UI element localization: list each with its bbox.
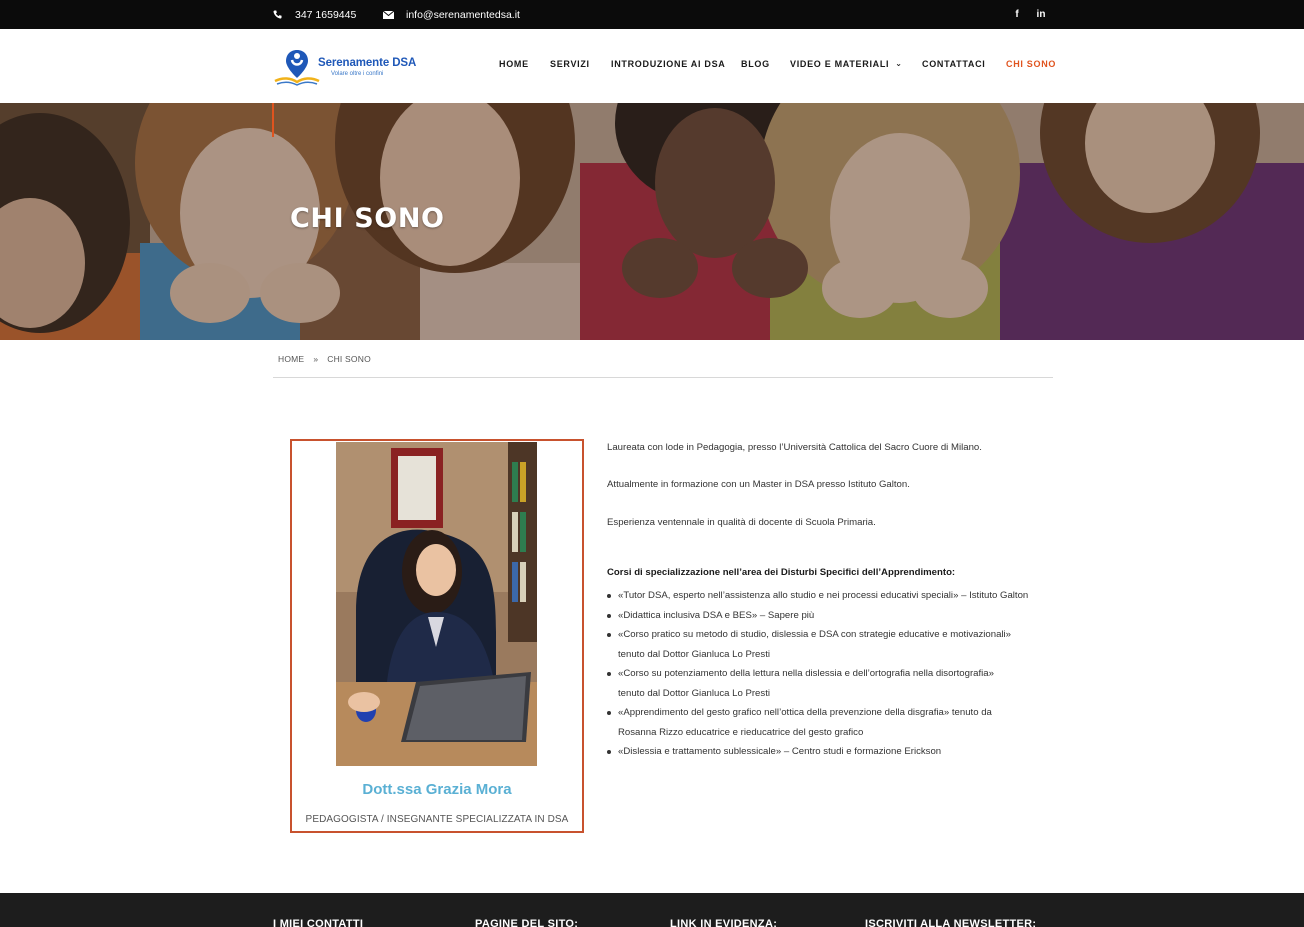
profile-photo bbox=[336, 442, 537, 766]
nav-introduzione-ai-dsa[interactable]: INTRODUZIONE AI DSA bbox=[611, 59, 725, 69]
footer-heading-contacts: I MIEI CONTATTI bbox=[273, 918, 364, 927]
hero-accent-bar bbox=[272, 103, 274, 137]
envelope-icon bbox=[383, 10, 394, 19]
profile-photo-image bbox=[336, 442, 537, 766]
bio-paragraph-master: Attualmente in formazione con un Master … bbox=[607, 479, 910, 490]
hero-overlay bbox=[0, 103, 1304, 340]
phone-number: 347 1659445 bbox=[295, 8, 357, 21]
page-title: CHI SONO bbox=[290, 203, 445, 234]
site-logo[interactable]: Serenamente DSA Volare oltre i confini bbox=[273, 47, 417, 87]
breadcrumb: HOME » CHI SONO bbox=[278, 354, 371, 364]
profile-card: Dott.ssa Grazia Mora PEDAGOGISTA / INSEG… bbox=[290, 439, 584, 833]
course-text-continued: tenuto dal Dottor Gianluca Lo Presti bbox=[618, 648, 770, 660]
breadcrumb-home[interactable]: HOME bbox=[278, 354, 304, 364]
course-text: «Didattica inclusiva DSA e BES» – Sapere… bbox=[618, 609, 815, 621]
list-item: «Apprendimento del gesto grafico nell’ot… bbox=[607, 703, 1028, 742]
logo-name: Serenamente DSA bbox=[318, 57, 417, 69]
phone-contact[interactable]: 347 1659445 bbox=[273, 0, 356, 29]
breadcrumb-separator: » bbox=[313, 354, 319, 364]
breadcrumb-current: CHI SONO bbox=[327, 354, 371, 364]
email-contact[interactable]: info@serenamentedsa.it bbox=[383, 0, 520, 29]
nav-video-e-materiali-label: VIDEO E MATERIALI bbox=[790, 59, 890, 69]
nav-chi-sono[interactable]: CHI SONO bbox=[1006, 59, 1056, 69]
course-text: «Corso pratico su metodo di studio, disl… bbox=[618, 629, 1012, 640]
nav-video-e-materiali[interactable]: VIDEO E MATERIALI ⌄ bbox=[790, 59, 903, 69]
email-address: info@serenamentedsa.it bbox=[406, 8, 520, 21]
course-text: «Apprendimento del gesto grafico nell’ot… bbox=[618, 707, 992, 718]
nav-contattaci[interactable]: CONTATTACI bbox=[922, 59, 986, 69]
list-item: «Dislessia e trattamento sublessicale» –… bbox=[607, 742, 1028, 762]
bio-paragraph-education: Laureata con lode in Pedagogia, presso l… bbox=[607, 442, 982, 453]
top-bar: 347 1659445 info@serenamentedsa.it f in bbox=[0, 0, 1304, 29]
course-text: «Corso su potenziamento della lettura ne… bbox=[618, 668, 994, 679]
courses-list: «Tutor DSA, esperto nell’assistenza allo… bbox=[607, 586, 1028, 762]
bio-paragraph-experience: Esperienza ventennale in qualità di doce… bbox=[607, 517, 876, 528]
list-item: «Corso su potenziamento della lettura ne… bbox=[607, 664, 1028, 703]
list-item: «Corso pratico su metodo di studio, disl… bbox=[607, 625, 1028, 664]
list-item: «Tutor DSA, esperto nell’assistenza allo… bbox=[607, 586, 1028, 606]
footer-heading-links: LINK IN EVIDENZA: bbox=[670, 918, 778, 927]
site-footer: I MIEI CONTATTI PAGINE DEL SITO: LINK IN… bbox=[0, 893, 1304, 927]
nav-blog[interactable]: BLOG bbox=[741, 59, 770, 69]
course-text-continued: tenuto dal Dottor Gianluca Lo Presti bbox=[618, 687, 770, 699]
nav-home[interactable]: HOME bbox=[499, 59, 529, 69]
profile-role: PEDAGOGISTA / INSEGNANTE SPECIALIZZATA I… bbox=[305, 814, 569, 825]
linkedin-icon[interactable]: in bbox=[1034, 0, 1048, 29]
breadcrumb-divider bbox=[273, 377, 1053, 378]
facebook-icon[interactable]: f bbox=[1010, 0, 1024, 29]
list-item: «Didattica inclusiva DSA e BES» – Sapere… bbox=[607, 606, 1028, 626]
course-text: «Tutor DSA, esperto nell’assistenza allo… bbox=[618, 590, 1029, 601]
footer-heading-pages: PAGINE DEL SITO: bbox=[475, 918, 579, 927]
hero-banner bbox=[0, 103, 1304, 340]
footer-heading-newsletter: ISCRIVITI ALLA NEWSLETTER: bbox=[865, 918, 1037, 927]
course-text-continued: Rosanna Rizzo educatrice e rieducatrice … bbox=[618, 726, 864, 738]
phone-icon bbox=[273, 10, 282, 19]
logo-tagline: Volare oltre i confini bbox=[331, 71, 384, 77]
nav-servizi[interactable]: SERVIZI bbox=[550, 59, 590, 69]
logo-mark-icon bbox=[274, 50, 320, 86]
site-header: Serenamente DSA Volare oltre i confini H… bbox=[0, 29, 1304, 103]
course-text: «Dislessia e trattamento sublessicale» –… bbox=[618, 746, 942, 757]
chevron-down-icon: ⌄ bbox=[895, 59, 903, 68]
courses-heading: Corsi di specializzazione nell’area dei … bbox=[607, 567, 956, 578]
profile-name: Dott.ssa Grazia Mora bbox=[362, 781, 512, 798]
